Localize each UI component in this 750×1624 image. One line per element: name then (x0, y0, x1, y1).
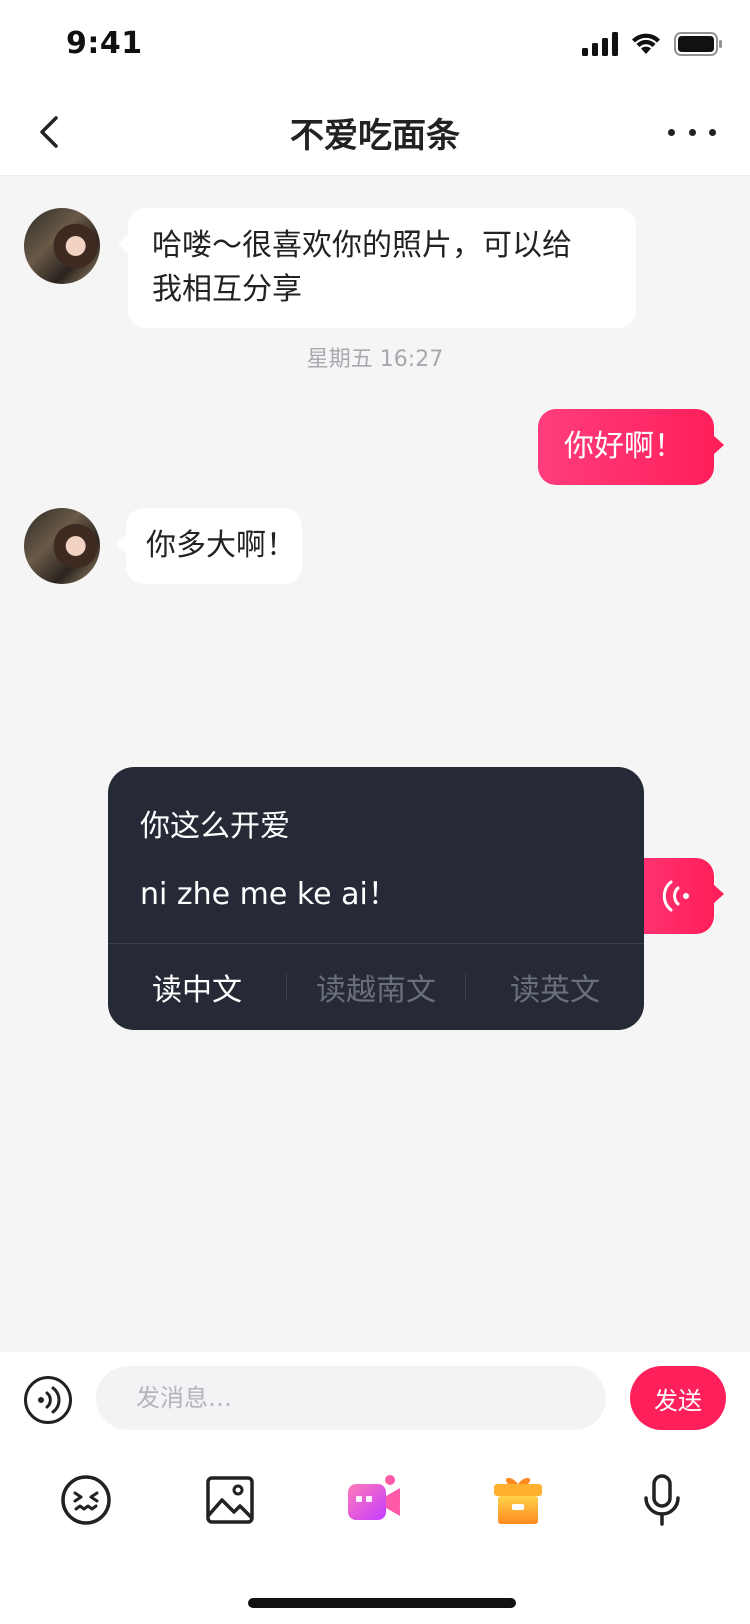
message-text: 你多大啊！ (146, 528, 296, 563)
message-text: 我相互分享 (152, 272, 302, 307)
image-icon[interactable] (202, 1472, 258, 1528)
send-button[interactable]: 发送 (630, 1366, 726, 1430)
message-text: 你好啊！ (564, 429, 684, 464)
navigation-bar: 不爱吃面条 (0, 88, 750, 176)
gift-icon[interactable] (490, 1472, 546, 1528)
wifi-icon (632, 33, 660, 54)
video-call-icon[interactable] (346, 1472, 402, 1528)
microphone-icon[interactable] (634, 1472, 690, 1528)
translate-popup: 你这么开爱 ni zhe me ke ai！ 读中文 读越南文 读英文 (108, 767, 644, 1030)
message-bubble-incoming[interactable]: 哈喽～很喜欢你的照片，可以给 我相互分享 (118, 208, 636, 328)
message-bubble-incoming[interactable]: 你多大啊！ (116, 508, 302, 584)
home-indicator (248, 1598, 516, 1608)
popup-chinese-text: 你这么开爱 (140, 809, 290, 844)
message-input[interactable] (96, 1366, 606, 1430)
message-text: 哈喽～很喜欢你的照片，可以给 (152, 228, 572, 263)
signal-icon (582, 32, 618, 56)
read-vietnamese-button[interactable]: 读越南文 (287, 965, 465, 1009)
contact-avatar[interactable] (24, 508, 100, 584)
status-icons (582, 32, 722, 56)
read-chinese-button[interactable]: 读中文 (108, 965, 286, 1009)
read-english-button[interactable]: 读英文 (466, 965, 644, 1009)
contact-avatar[interactable] (24, 208, 100, 284)
voice-wave-icon (662, 880, 689, 912)
voice-input-toggle-icon[interactable] (24, 1376, 72, 1424)
chat-title: 不爱吃面条 (290, 116, 460, 156)
popup-actions: 读中文 读越南文 读英文 (108, 944, 644, 1030)
popup-pinyin-text: ni zhe me ke ai！ (140, 877, 398, 912)
message-bubble-outgoing[interactable]: 你好啊！ (538, 409, 724, 485)
status-bar: 9:41 (0, 0, 750, 88)
more-options-icon[interactable] (668, 114, 716, 150)
status-time: 9:41 (66, 26, 143, 61)
input-area: 发送 (0, 1352, 750, 1624)
battery-icon (674, 32, 722, 56)
emoji-icon[interactable] (58, 1472, 114, 1528)
message-timestamp: 星期五 16:27 (306, 347, 444, 372)
